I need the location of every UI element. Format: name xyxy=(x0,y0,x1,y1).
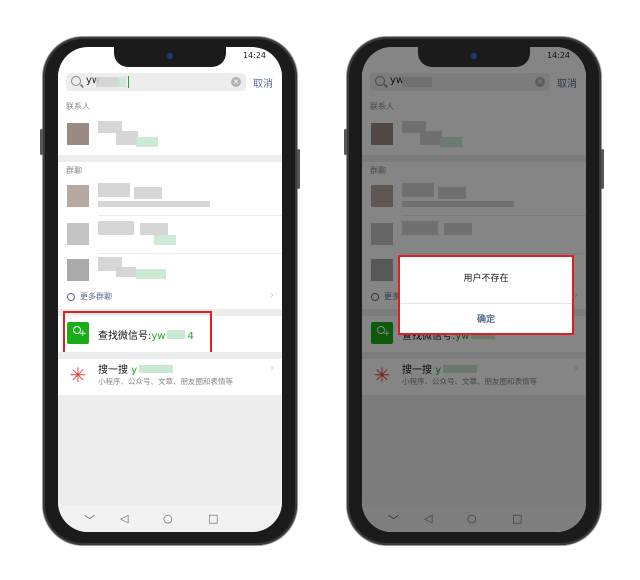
sousou-subtitle: 小程序、公众号、文章、朋友圈和表情等 xyxy=(98,377,233,386)
avatar[interactable] xyxy=(67,185,89,207)
blurred-query xyxy=(139,365,174,373)
blurred-name xyxy=(154,235,176,245)
phone-left: 14:24 yw × 取消 联系人 群聊 更多群聊 › + 查找微信号:yw 4… xyxy=(40,37,300,545)
nav-down-icon[interactable]: ﹀ xyxy=(84,512,95,528)
highlight-box xyxy=(398,255,574,335)
back-icon[interactable]: ◁ xyxy=(120,512,128,525)
blurred-name xyxy=(116,267,136,277)
blurred-name xyxy=(134,187,162,199)
screen-left: 14:24 yw × 取消 联系人 群聊 更多群聊 › + 查找微信号:yw 4… xyxy=(58,47,282,532)
camera-icon xyxy=(167,53,173,59)
blurred-query xyxy=(118,77,126,87)
volume-button xyxy=(344,129,347,155)
cancel-button[interactable]: 取消 xyxy=(253,75,273,90)
blurred-name xyxy=(136,137,158,147)
avatar[interactable] xyxy=(67,123,89,145)
home-icon[interactable]: ○ xyxy=(163,512,173,525)
search-bar: yw × 取消 xyxy=(58,71,282,93)
empty-area xyxy=(58,395,282,506)
avatar[interactable] xyxy=(67,223,89,245)
search-icon xyxy=(67,293,75,301)
blurred-name xyxy=(136,269,166,279)
more-groups-row[interactable]: 更多群聊 › xyxy=(58,287,282,309)
sousou-title[interactable]: 搜一搜 y xyxy=(98,361,174,376)
section-divider xyxy=(58,155,282,162)
status-time: 14:24 xyxy=(242,51,266,60)
blurred-name xyxy=(98,183,130,197)
section-contacts: 联系人 xyxy=(66,102,90,111)
blurred-query xyxy=(96,77,120,87)
highlight-box xyxy=(63,311,212,358)
row-divider xyxy=(98,215,282,216)
more-groups-label: 更多群聊 xyxy=(80,292,112,301)
screen-right: 14:24 yw × 取消 联系人 群聊 更多 xyxy=(362,47,586,532)
section-divider xyxy=(58,352,282,359)
phone-right: 14:24 yw × 取消 联系人 群聊 更多 xyxy=(344,37,604,545)
notch xyxy=(418,47,530,67)
clear-icon[interactable]: × xyxy=(231,77,241,87)
chevron-right-icon: › xyxy=(270,290,274,301)
blurred-name xyxy=(98,221,134,235)
section-groups: 群聊 xyxy=(66,166,82,175)
volume-button xyxy=(40,129,43,155)
recent-apps-icon[interactable]: □ xyxy=(208,512,218,525)
search-icon xyxy=(71,76,81,86)
avatar[interactable] xyxy=(67,259,89,281)
row-divider xyxy=(98,253,282,254)
sousou-label: 搜一搜 xyxy=(98,365,128,376)
notch xyxy=(114,47,226,67)
blurred-name xyxy=(116,131,138,145)
blurred-name xyxy=(140,223,168,235)
power-button xyxy=(601,149,604,189)
chevron-right-icon: › xyxy=(270,363,274,374)
blurred-name xyxy=(98,201,210,207)
search-input[interactable]: yw × xyxy=(66,73,246,91)
nav-bar: ﹀ ◁ ○ □ xyxy=(58,506,282,532)
power-button xyxy=(297,149,300,189)
sousou-icon[interactable]: ✳ xyxy=(67,364,89,386)
text-caret xyxy=(128,76,129,88)
camera-icon xyxy=(471,53,477,59)
sousou-query: y xyxy=(131,365,138,376)
